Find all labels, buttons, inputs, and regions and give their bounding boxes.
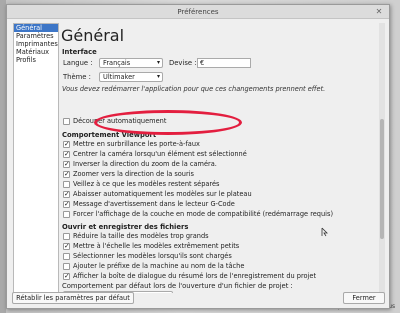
viewport-option-5[interactable]: Veillez à ce que les modèles restent sép… <box>63 180 219 189</box>
checkbox-unchecked[interactable] <box>63 211 70 218</box>
checkbox-unchecked[interactable] <box>63 181 70 188</box>
currency-field[interactable]: € <box>197 58 251 68</box>
interface-heading: Interface <box>62 48 97 56</box>
viewport-option-2[interactable]: ✓ Centrer la caméra lorsqu'un élément est… <box>63 150 247 159</box>
files-option-3[interactable]: Sélectionner les modèles lorsqu'ils sont… <box>63 252 232 261</box>
settings-panel: Général Interface Langue : Français ▾ De… <box>61 23 377 293</box>
files-option-label: Réduire la taille des modèles trop grand… <box>73 232 209 240</box>
viewport-option-7[interactable]: ✓ Message d'avertissement dans le lecteur… <box>63 200 235 209</box>
theme-value: Ultimaker <box>103 73 135 81</box>
viewport-option-label: Centrer la caméra lorsqu'un élément est … <box>73 150 247 158</box>
viewport-option-label: Abaisser automatiquement les modèles sur… <box>73 190 252 198</box>
checkbox-unchecked[interactable] <box>63 253 70 260</box>
scrollbar[interactable] <box>379 23 385 293</box>
checkbox-checked[interactable]: ✓ <box>63 273 70 280</box>
checkbox-unchecked[interactable] <box>63 263 70 270</box>
currency-label: Devise : <box>169 59 197 67</box>
checkbox-checked[interactable]: ✓ <box>63 161 70 168</box>
sidebar-item-settings[interactable]: Paramètres <box>14 32 58 40</box>
theme-select[interactable]: Ultimaker ▾ <box>99 72 163 82</box>
files-option-label: Mettre à l'échelle les modèles extrêmeme… <box>73 242 240 250</box>
auto-slice-checkbox[interactable] <box>63 118 70 125</box>
sidebar-item-profiles[interactable]: Profils <box>14 56 58 64</box>
restart-note: Vous devez redémarrer l'application pour… <box>62 85 326 93</box>
close-icon[interactable]: ✕ <box>374 5 384 19</box>
dialog-title: Préférences <box>177 8 219 16</box>
scrollbar-thumb[interactable] <box>380 119 384 239</box>
viewport-option-label: Zoomer vers la direction de la souris <box>73 170 194 178</box>
dialog-titlebar: Préférences ✕ <box>7 5 389 19</box>
language-value: Français <box>103 59 131 67</box>
checkbox-unchecked[interactable] <box>63 233 70 240</box>
sidebar-item-printers[interactable]: Imprimantes <box>14 40 58 48</box>
viewport-option-label: Message d'avertissement dans le lecteur … <box>73 200 235 208</box>
mouse-cursor-icon <box>321 227 328 237</box>
reset-defaults-button[interactable]: Rétablir les paramètres par défaut <box>12 292 134 304</box>
checkbox-checked[interactable]: ✓ <box>63 171 70 178</box>
files-heading: Ouvrir et enregistrer des fichiers <box>62 223 189 231</box>
annotation-ellipse <box>94 110 242 135</box>
sidebar-item-general[interactable]: Général <box>14 24 58 32</box>
viewport-option-4[interactable]: ✓ Zoomer vers la direction de la souris <box>63 170 194 179</box>
viewport-option-6[interactable]: ✓ Abaisser automatiquement les modèles su… <box>63 190 252 199</box>
viewport-option-label: Inverser la direction du zoom de la camé… <box>73 160 217 168</box>
default-behavior-label: Comportement par défaut lors de l'ouvert… <box>62 282 293 290</box>
preferences-dialog: Préférences ✕ Général Paramètres Imprima… <box>6 4 390 309</box>
checkbox-checked[interactable]: ✓ <box>63 201 70 208</box>
theme-label: Thème : <box>63 73 91 81</box>
files-option-label: Sélectionner les modèles lorsqu'ils sont… <box>73 252 232 260</box>
chevron-down-icon: ▾ <box>156 59 160 66</box>
sidebar: Général Paramètres Imprimantes Matériaux… <box>13 23 59 293</box>
viewport-option-label: Forcer l'affichage de la couche en mode … <box>73 210 334 218</box>
viewport-option-label: Mettre en surbrillance les porte-à-faux <box>73 140 200 148</box>
checkbox-checked[interactable]: ✓ <box>63 141 70 148</box>
language-select[interactable]: Français ▾ <box>99 58 163 68</box>
checkbox-checked[interactable]: ✓ <box>63 191 70 198</box>
files-option-1[interactable]: Réduire la taille des modèles trop grand… <box>63 232 209 241</box>
viewport-option-label: Veillez à ce que les modèles restent sép… <box>73 180 220 188</box>
checkbox-checked[interactable]: ✓ <box>63 151 70 158</box>
page-title: Général <box>61 26 125 45</box>
checkbox-checked[interactable]: ✓ <box>63 243 70 250</box>
files-option-5[interactable]: ✓ Afficher la boîte de dialogue du résumé… <box>63 272 316 281</box>
language-label: Langue : <box>63 59 93 67</box>
viewport-option-1[interactable]: ✓ Mettre en surbrillance les porte-à-faux <box>63 140 200 149</box>
files-option-label: Ajouter le préfixe de la machine au nom … <box>73 262 245 270</box>
viewport-option-8[interactable]: Forcer l'affichage de la couche en mode … <box>63 210 333 219</box>
chevron-down-icon: ▾ <box>156 73 160 80</box>
close-button[interactable]: Fermer <box>343 292 385 304</box>
viewport-option-3[interactable]: ✓ Inverser la direction du zoom de la cam… <box>63 160 217 169</box>
files-option-4[interactable]: Ajouter le préfixe de la machine au nom … <box>63 262 244 271</box>
files-option-label: Afficher la boîte de dialogue du résumé … <box>73 272 317 280</box>
files-option-2[interactable]: ✓ Mettre à l'échelle les modèles extrêmem… <box>63 242 239 251</box>
sidebar-item-materials[interactable]: Matériaux <box>14 48 58 56</box>
